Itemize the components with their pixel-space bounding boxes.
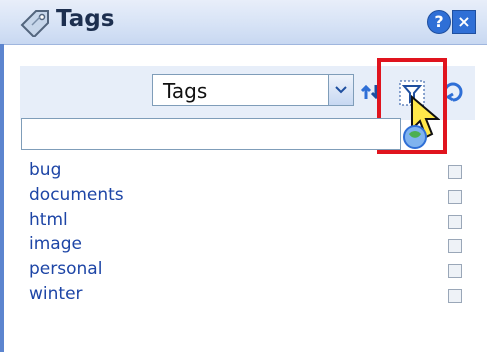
help-button[interactable]: ? (427, 10, 451, 34)
list-item[interactable]: image (29, 234, 469, 259)
tag-label[interactable]: documents (29, 185, 124, 205)
tag-label[interactable]: personal (29, 259, 102, 279)
help-icon: ? (434, 12, 444, 31)
chevron-down-icon[interactable] (448, 264, 462, 279)
chevron-down-icon[interactable] (328, 75, 353, 105)
tag-search-input[interactable] (21, 118, 401, 150)
list-item[interactable]: winter (29, 284, 469, 309)
chevron-down-icon[interactable] (448, 214, 462, 229)
tag-label[interactable]: bug (29, 160, 61, 180)
close-button[interactable]: × (452, 10, 476, 34)
tag-icon (20, 10, 49, 37)
title-bar: Tags ? × (0, 0, 487, 45)
tag-list: bug documents html image personal winter (29, 160, 469, 309)
list-item[interactable]: personal (29, 259, 469, 284)
chevron-down-icon[interactable] (448, 165, 462, 179)
left-border (0, 44, 4, 352)
globe-icon[interactable] (402, 124, 428, 150)
view-select[interactable]: Tags (152, 74, 354, 106)
chevron-down-icon[interactable] (448, 239, 462, 254)
chevron-down-icon[interactable] (448, 189, 462, 204)
chevron-down-icon (335, 86, 347, 94)
tag-label[interactable]: winter (29, 284, 83, 304)
tag-label[interactable]: image (29, 234, 82, 254)
list-item[interactable]: html (29, 210, 469, 235)
tag-label[interactable]: html (29, 210, 68, 230)
view-select-value: Tags (163, 79, 208, 103)
list-item[interactable]: documents (29, 185, 469, 210)
tags-panel: Tags ? × Tags bug documents html image p… (0, 0, 487, 352)
list-item[interactable]: bug (29, 160, 469, 185)
chevron-down-icon[interactable] (448, 288, 462, 303)
panel-title: Tags (56, 6, 115, 32)
close-icon: × (457, 12, 471, 31)
